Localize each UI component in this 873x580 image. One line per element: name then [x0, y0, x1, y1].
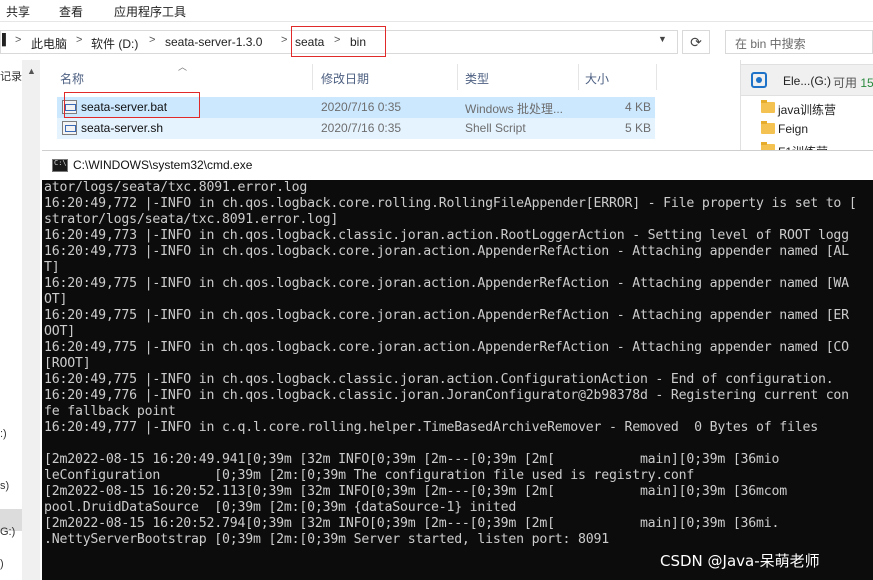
folder-icon — [761, 121, 775, 134]
nav-item-drive[interactable]: s) — [0, 480, 9, 492]
console-line: ator/logs/seata/txc.8091.error.log — [44, 180, 308, 195]
folder-name: Feign — [778, 122, 809, 136]
search-placeholder: 在 bin 中搜索 — [735, 37, 806, 51]
file-row[interactable]: seata-server.sh 2020/7/16 0:35 Shell Scr… — [57, 118, 655, 139]
cmd-title: C:\WINDOWS\system32\cmd.exe — [73, 158, 253, 172]
file-type: Shell Script — [465, 121, 526, 135]
console-line: OOT] — [44, 324, 75, 339]
console-icon — [52, 159, 68, 172]
console-line: pool.DruidDataSource [0;39m [2m:[0;39m {… — [44, 500, 517, 515]
breadcrumb-separator[interactable]: > — [149, 34, 155, 46]
nav-item-drive[interactable]: ) — [0, 558, 4, 570]
console-line: 16:20:49,776 |-INFO in ch.qos.logback.cl… — [44, 388, 849, 403]
column-divider[interactable] — [457, 64, 458, 90]
console-line: 16:20:49,775 |-INFO in ch.qos.logback.co… — [44, 340, 849, 355]
console-line: leConfiguration [0;39m [2m:[0;39m The co… — [44, 468, 695, 483]
breadcrumb-separator[interactable]: > — [76, 34, 82, 46]
background-explorer-pane: Ele...(G:) 可用 15 java训练营 Feign F1训练营 — [740, 60, 873, 159]
sort-up-icon: ︿ — [178, 62, 188, 72]
console-line: 16:20:49,775 |-INFO in ch.qos.logback.co… — [44, 276, 849, 291]
breadcrumb-drive-d[interactable]: 软件 (D:) — [91, 35, 138, 52]
file-name: seata-server.sh — [81, 121, 164, 135]
refresh-icon[interactable]: ⟳ — [682, 30, 710, 54]
tab-view[interactable]: 查看 — [59, 3, 83, 20]
tab-share[interactable]: 共享 — [6, 3, 30, 20]
drive-name: Ele...(G:) — [783, 74, 832, 88]
folder-icon-small: ▌ — [2, 34, 10, 46]
script-file-icon — [62, 121, 77, 135]
search-input[interactable]: 在 bin 中搜索 — [725, 30, 873, 54]
folder-name: java训练营 — [778, 103, 837, 117]
chevron-down-icon[interactable]: ▼ — [658, 34, 667, 44]
console-line: [2m2022-08-15 16:20:49.941[0;39m [32m IN… — [44, 452, 780, 467]
column-divider[interactable] — [312, 64, 313, 90]
annotation-highlight-file — [64, 92, 200, 118]
breadcrumb-separator[interactable]: > — [281, 34, 287, 46]
column-divider[interactable] — [578, 64, 579, 90]
file-modified: 2020/7/16 0:35 — [321, 100, 402, 114]
console-line: 16:20:49,775 |-INFO in ch.qos.logback.cl… — [44, 372, 834, 387]
console-line: 16:20:49,777 |-INFO in c.q.l.core.rollin… — [44, 420, 818, 435]
column-header-size[interactable]: 大小 — [585, 70, 609, 87]
console-line: 16:20:49,773 |-INFO in ch.qos.logback.cl… — [44, 228, 849, 243]
cmd-window[interactable]: C:\WINDOWS\system32\cmd.exe ator/logs/se… — [42, 150, 873, 580]
cmd-title-bar[interactable]: C:\WINDOWS\system32\cmd.exe — [42, 150, 873, 180]
chevron-up-icon[interactable]: ▲ — [27, 66, 36, 76]
address-row: ▌ > 此电脑 > 软件 (D:) > seata-server-1.3.0 >… — [0, 24, 873, 60]
folder-icon — [761, 100, 775, 113]
drive-item[interactable]: Ele...(G:) 可用 15 — [741, 64, 873, 96]
watermark-text: CSDN @Java-呆萌老师 — [660, 552, 820, 570]
file-type: Windows 批处理... — [465, 102, 564, 116]
tab-app-tools[interactable]: 应用程序工具 — [114, 3, 186, 20]
drive-free-space: 可用 15 — [833, 76, 873, 90]
ribbon-tabs: 共享 查看 应用程序工具 — [0, 0, 873, 22]
console-line: [2m2022-08-15 16:20:52.113[0;39m [32m IN… — [44, 484, 787, 499]
annotation-highlight-path — [291, 26, 386, 57]
column-header-modified[interactable]: 修改日期 — [321, 70, 369, 87]
console-line: T] — [44, 260, 60, 275]
breadcrumb-seata-server[interactable]: seata-server-1.3.0 — [165, 35, 262, 49]
navigation-pane: 记录 :) s) G:) ) ▲ — [0, 60, 40, 580]
column-header-type[interactable]: 类型 — [465, 70, 489, 87]
file-modified: 2020/7/16 0:35 — [321, 121, 402, 135]
console-line: strator/logs/seata/txc.8091.error.log] — [44, 212, 339, 227]
file-size: 5 KB — [624, 121, 651, 135]
console-line: OT] — [44, 292, 68, 307]
file-size: 4 KB — [624, 100, 651, 114]
console-line: .NettyServerBootstrap [0;39m [2m:[0;39m … — [44, 532, 609, 547]
console-line: [2m2022-08-15 16:20:52.794[0;39m [32m IN… — [44, 516, 780, 531]
column-divider[interactable] — [656, 64, 657, 90]
breadcrumb-separator: > — [15, 34, 22, 46]
nav-scrollbar[interactable]: ▲ — [22, 60, 40, 580]
console-line: 16:20:49,775 |-INFO in ch.qos.logback.co… — [44, 308, 849, 323]
column-header-name[interactable]: 名称 — [60, 70, 84, 87]
console-line: [ROOT] — [44, 356, 91, 371]
console-line: 16:20:49,772 |-INFO in ch.qos.logback.co… — [44, 196, 857, 211]
console-line: fe fallback point — [44, 404, 176, 419]
breadcrumb-this-pc[interactable]: 此电脑 — [31, 35, 67, 52]
console-output[interactable]: ator/logs/seata/txc.8091.error.log 16:20:… — [42, 180, 873, 580]
nav-item-recent[interactable]: 记录 — [0, 68, 22, 84]
nav-item-drive-g[interactable]: G:) — [0, 526, 15, 538]
console-line: 16:20:49,773 |-INFO in ch.qos.logback.co… — [44, 244, 849, 259]
nav-item-drive[interactable]: :) — [0, 428, 7, 440]
shield-drive-icon — [751, 72, 767, 88]
